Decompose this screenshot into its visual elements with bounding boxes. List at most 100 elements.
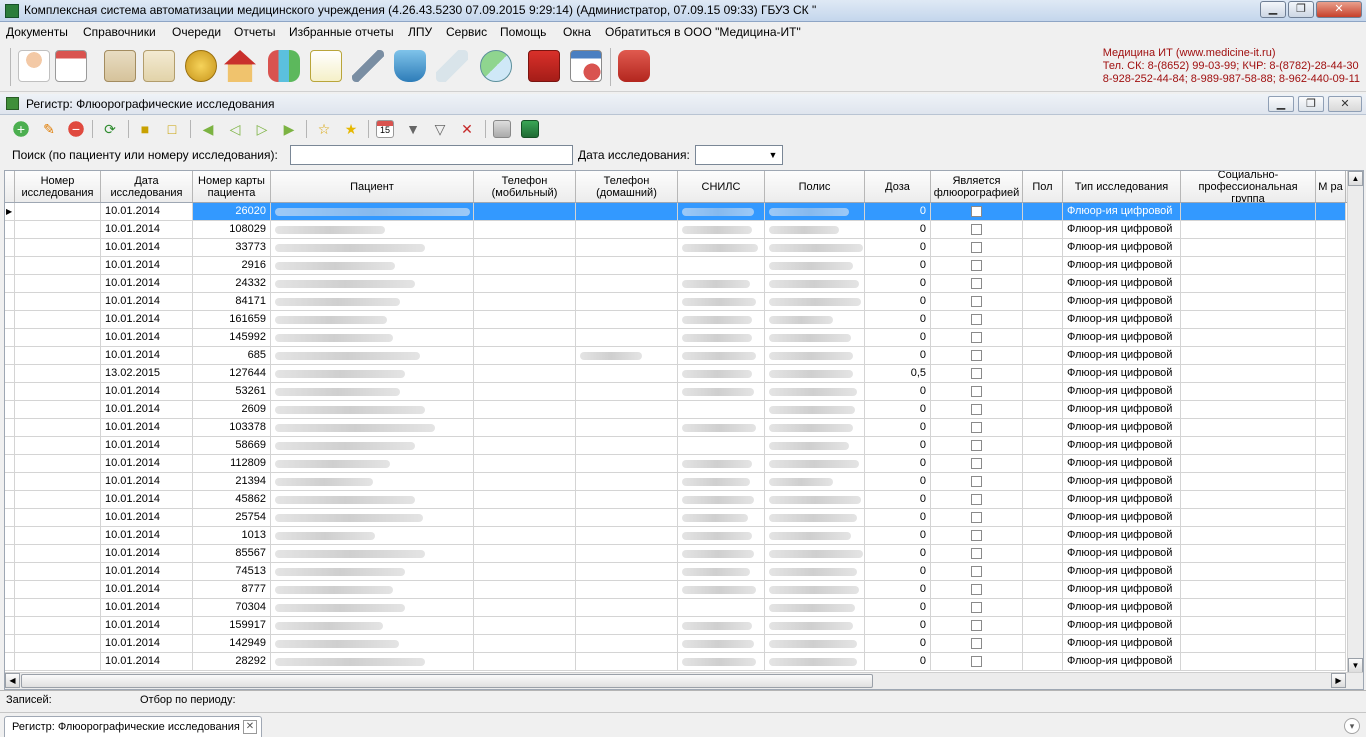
- cell-patient[interactable]: [271, 473, 474, 491]
- patient-card-icon[interactable]: [104, 50, 136, 82]
- cell-phone-mobile[interactable]: [474, 419, 576, 437]
- fluorography-checkbox[interactable]: [971, 278, 982, 289]
- cell-study-type[interactable]: Флюор-ия цифровой: [1063, 401, 1181, 419]
- table-row[interactable]: 10.01.2014 45862 0 Флюор-ия цифровой: [5, 491, 1350, 509]
- scroll-left-icon[interactable]: ◀: [5, 673, 20, 688]
- cell-card-number[interactable]: 161659: [193, 311, 271, 329]
- cell-is-fluorography[interactable]: [931, 257, 1023, 275]
- fluorography-checkbox[interactable]: [971, 602, 982, 613]
- cell-policy[interactable]: [765, 581, 865, 599]
- cell-patient[interactable]: [271, 491, 474, 509]
- cell-card-number[interactable]: 127644: [193, 365, 271, 383]
- table-row[interactable]: 10.01.2014 2916 0 Флюор-ия цифровой: [5, 257, 1350, 275]
- cell-phone-home[interactable]: [576, 383, 678, 401]
- horizontal-scroll-thumb[interactable]: [21, 674, 873, 688]
- cell-more[interactable]: [1316, 419, 1346, 437]
- search-input[interactable]: [290, 145, 573, 165]
- cell-phone-home[interactable]: [576, 599, 678, 617]
- table-row[interactable]: 10.01.2014 24332 0 Флюор-ия цифровой: [5, 275, 1350, 293]
- cell-policy[interactable]: [765, 311, 865, 329]
- cell-social-group[interactable]: [1181, 455, 1316, 473]
- cell-card-number[interactable]: 45862: [193, 491, 271, 509]
- filter-clear-icon[interactable]: ✕: [458, 120, 476, 138]
- cell-study-type[interactable]: Флюор-ия цифровой: [1063, 419, 1181, 437]
- close-icon[interactable]: ✕: [243, 720, 257, 734]
- cell-study-type[interactable]: Флюор-ия цифровой: [1063, 347, 1181, 365]
- fluorography-checkbox[interactable]: [971, 368, 982, 379]
- date-select[interactable]: ▼: [695, 145, 783, 165]
- cell-patient[interactable]: [271, 311, 474, 329]
- cell-sex[interactable]: [1023, 203, 1063, 221]
- cell-study-number[interactable]: [15, 203, 101, 221]
- cell-phone-home[interactable]: [576, 437, 678, 455]
- cell-is-fluorography[interactable]: [931, 437, 1023, 455]
- fluorography-checkbox[interactable]: [971, 350, 982, 361]
- menu-references[interactable]: Справочники: [83, 25, 156, 39]
- last-icon[interactable]: ▶: [280, 120, 298, 138]
- cell-more[interactable]: [1316, 563, 1346, 581]
- cell-social-group[interactable]: [1181, 563, 1316, 581]
- fluorography-checkbox[interactable]: [971, 440, 982, 451]
- cell-policy[interactable]: [765, 491, 865, 509]
- column-study-number-header[interactable]: Номер исследования: [15, 171, 101, 202]
- cell-card-number[interactable]: 24332: [193, 275, 271, 293]
- cell-study-date[interactable]: 10.01.2014: [101, 311, 193, 329]
- chevron-down-icon[interactable]: ▾: [1344, 718, 1360, 734]
- cell-more[interactable]: [1316, 221, 1346, 239]
- cell-sex[interactable]: [1023, 563, 1063, 581]
- table-row[interactable]: 10.01.2014 8777 0 Флюор-ия цифровой: [5, 581, 1350, 599]
- cell-study-date[interactable]: 13.02.2015: [101, 365, 193, 383]
- cell-more[interactable]: [1316, 635, 1346, 653]
- cell-card-number[interactable]: 53261: [193, 383, 271, 401]
- fluorography-checkbox[interactable]: [971, 512, 982, 523]
- cell-card-number[interactable]: 159917: [193, 617, 271, 635]
- chevron-down-icon[interactable]: ▼: [766, 148, 780, 162]
- unlock-icon[interactable]: □: [163, 120, 181, 138]
- cell-phone-mobile[interactable]: [474, 653, 576, 671]
- cell-is-fluorography[interactable]: [931, 275, 1023, 293]
- cell-sex[interactable]: [1023, 401, 1063, 419]
- cell-phone-mobile[interactable]: [474, 473, 576, 491]
- cell-patient[interactable]: [271, 509, 474, 527]
- cell-study-type[interactable]: Флюор-ия цифровой: [1063, 527, 1181, 545]
- cell-phone-mobile[interactable]: [474, 257, 576, 275]
- cell-phone-home[interactable]: [576, 563, 678, 581]
- cell-study-type[interactable]: Флюор-ия цифровой: [1063, 635, 1181, 653]
- cell-more[interactable]: [1316, 257, 1346, 275]
- cell-sex[interactable]: [1023, 257, 1063, 275]
- cell-social-group[interactable]: [1181, 617, 1316, 635]
- fluorography-checkbox[interactable]: [971, 404, 982, 415]
- cell-snils[interactable]: [678, 383, 765, 401]
- cell-phone-mobile[interactable]: [474, 401, 576, 419]
- cell-policy[interactable]: [765, 653, 865, 671]
- close-button[interactable]: ✕: [1316, 1, 1362, 18]
- cell-is-fluorography[interactable]: [931, 329, 1023, 347]
- cell-dose[interactable]: 0: [865, 599, 931, 617]
- cell-phone-home[interactable]: [576, 311, 678, 329]
- cell-card-number[interactable]: 145992: [193, 329, 271, 347]
- calendar-15-icon[interactable]: 15: [376, 120, 394, 138]
- cell-study-number[interactable]: [15, 437, 101, 455]
- cell-study-number[interactable]: [15, 473, 101, 491]
- table-row[interactable]: 10.01.2014 53261 0 Флюор-ия цифровой: [5, 383, 1350, 401]
- scroll-up-icon[interactable]: ▲: [1348, 171, 1363, 186]
- edit-icon[interactable]: ✎: [40, 120, 58, 138]
- menu-help[interactable]: Помощь: [500, 25, 546, 39]
- cell-phone-home[interactable]: [576, 347, 678, 365]
- menu-lpu[interactable]: ЛПУ: [408, 25, 432, 39]
- vertical-scrollbar[interactable]: ▲ ▼: [1347, 171, 1363, 673]
- cell-study-date[interactable]: 10.01.2014: [101, 293, 193, 311]
- cell-sex[interactable]: [1023, 545, 1063, 563]
- cell-snils[interactable]: [678, 257, 765, 275]
- menu-contact-vendor[interactable]: Обратиться в ООО "Медицина-ИТ": [605, 25, 801, 39]
- cell-social-group[interactable]: [1181, 545, 1316, 563]
- cell-study-number[interactable]: [15, 383, 101, 401]
- cell-dose[interactable]: 0: [865, 329, 931, 347]
- menu-documents[interactable]: Документы: [6, 25, 68, 39]
- cell-snils[interactable]: [678, 527, 765, 545]
- cell-snils[interactable]: [678, 545, 765, 563]
- cell-study-number[interactable]: [15, 293, 101, 311]
- cell-sex[interactable]: [1023, 365, 1063, 383]
- cell-social-group[interactable]: [1181, 383, 1316, 401]
- cell-is-fluorography[interactable]: [931, 653, 1023, 671]
